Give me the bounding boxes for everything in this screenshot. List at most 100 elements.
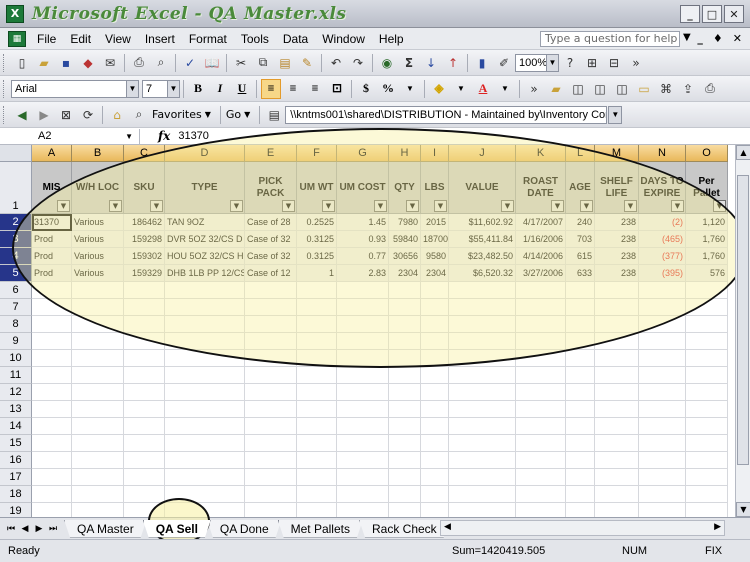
- stop-icon[interactable]: ⊠: [57, 106, 75, 124]
- empty-cell[interactable]: [639, 384, 686, 401]
- empty-cell[interactable]: [686, 435, 728, 452]
- column-header-h[interactable]: H: [389, 145, 421, 162]
- table-cell[interactable]: Prod: [32, 265, 72, 282]
- empty-cell[interactable]: [337, 435, 389, 452]
- empty-cell[interactable]: [686, 486, 728, 503]
- menu-insert[interactable]: Insert: [138, 32, 182, 46]
- table-cell[interactable]: HOU 5OZ 32/CS H: [165, 248, 245, 265]
- empty-cell[interactable]: [124, 282, 165, 299]
- empty-cell[interactable]: [516, 316, 566, 333]
- empty-cell[interactable]: [72, 282, 124, 299]
- table-cell[interactable]: (377): [639, 248, 686, 265]
- empty-cell[interactable]: [595, 435, 639, 452]
- empty-cell[interactable]: [686, 282, 728, 299]
- empty-cell[interactable]: [639, 299, 686, 316]
- empty-cell[interactable]: [165, 282, 245, 299]
- empty-cell[interactable]: [245, 316, 297, 333]
- table-cell[interactable]: 0.77: [337, 248, 389, 265]
- empty-cell[interactable]: [686, 299, 728, 316]
- empty-cell[interactable]: [297, 282, 337, 299]
- empty-cell[interactable]: [32, 384, 72, 401]
- row-header[interactable]: 19: [0, 503, 32, 517]
- empty-cell[interactable]: [32, 503, 72, 517]
- table-cell[interactable]: $23,482.50: [449, 248, 516, 265]
- empty-cell[interactable]: [449, 299, 516, 316]
- empty-cell[interactable]: [639, 316, 686, 333]
- empty-cell[interactable]: [389, 316, 421, 333]
- table-cell[interactable]: 7980: [389, 214, 421, 231]
- email-icon[interactable]: ✉: [101, 54, 119, 72]
- empty-cell[interactable]: [337, 401, 389, 418]
- reviewing-icon-3[interactable]: ◫: [613, 80, 631, 98]
- next-sheet-icon[interactable]: ▶: [32, 523, 46, 534]
- autofilter-dropdown-icon[interactable]: ▼: [322, 200, 335, 212]
- print-icon[interactable]: ⎙: [701, 80, 719, 98]
- table-cell[interactable]: 31370: [32, 214, 72, 231]
- table-cell[interactable]: 2304: [421, 265, 449, 282]
- table-cell[interactable]: Case of 32: [245, 231, 297, 248]
- new-icon[interactable]: ▯: [13, 54, 31, 72]
- empty-cell[interactable]: [639, 486, 686, 503]
- undo-icon[interactable]: ↶: [327, 54, 345, 72]
- row-header[interactable]: 2: [0, 214, 32, 231]
- table-cell[interactable]: 1.45: [337, 214, 389, 231]
- empty-cell[interactable]: [449, 452, 516, 469]
- chevron-down-icon[interactable]: ▼: [495, 79, 515, 99]
- empty-cell[interactable]: [421, 401, 449, 418]
- permission-icon[interactable]: ◆: [79, 54, 97, 72]
- menu-window[interactable]: Window: [315, 32, 372, 46]
- autofilter-dropdown-icon[interactable]: ▼: [671, 200, 684, 212]
- workbook-icon[interactable]: ▦: [8, 30, 26, 47]
- empty-cell[interactable]: [32, 418, 72, 435]
- row-header[interactable]: 13: [0, 401, 32, 418]
- home-icon[interactable]: ⌂: [108, 106, 126, 124]
- empty-cell[interactable]: [389, 503, 421, 517]
- empty-cell[interactable]: [639, 350, 686, 367]
- table-cell[interactable]: Case of 12: [245, 265, 297, 282]
- empty-cell[interactable]: [297, 452, 337, 469]
- empty-cell[interactable]: [337, 469, 389, 486]
- table-cell[interactable]: Case of 32: [245, 248, 297, 265]
- empty-cell[interactable]: [595, 503, 639, 517]
- empty-cell[interactable]: [639, 367, 686, 384]
- row-header[interactable]: 9: [0, 333, 32, 350]
- horizontal-scrollbar[interactable]: ◀ ▶: [440, 520, 725, 536]
- autofilter-dropdown-icon[interactable]: ▼: [580, 200, 593, 212]
- vertical-scrollbar[interactable]: ▲ ▼: [735, 145, 750, 517]
- empty-cell[interactable]: [686, 384, 728, 401]
- spelling-icon[interactable]: ✓: [181, 54, 199, 72]
- hyperlink-icon[interactable]: ◉: [378, 54, 396, 72]
- empty-cell[interactable]: [389, 333, 421, 350]
- empty-cell[interactable]: [566, 452, 595, 469]
- table-cell[interactable]: 1,760: [686, 231, 728, 248]
- empty-cell[interactable]: [595, 384, 639, 401]
- row-header[interactable]: 11: [0, 367, 32, 384]
- empty-cell[interactable]: [686, 503, 728, 517]
- address-field[interactable]: \\kntms001\shared\DISTRIBUTION - Maintai…: [285, 105, 608, 124]
- empty-cell[interactable]: [337, 384, 389, 401]
- empty-cell[interactable]: [297, 469, 337, 486]
- empty-cell[interactable]: [516, 452, 566, 469]
- table-cell[interactable]: Various: [72, 248, 124, 265]
- empty-cell[interactable]: [566, 350, 595, 367]
- autofilter-dropdown-icon[interactable]: ▼: [406, 200, 419, 212]
- scroll-thumb[interactable]: [737, 175, 749, 465]
- font-size-select[interactable]: 7 ▼: [142, 79, 180, 98]
- underline-button[interactable]: U: [232, 79, 252, 99]
- row-header[interactable]: 6: [0, 282, 32, 299]
- column-header-l[interactable]: L: [566, 145, 595, 162]
- empty-cell[interactable]: [165, 418, 245, 435]
- italic-button[interactable]: I: [210, 79, 230, 99]
- empty-cell[interactable]: [421, 486, 449, 503]
- empty-cell[interactable]: [32, 333, 72, 350]
- table-cell[interactable]: 30656: [389, 248, 421, 265]
- empty-cell[interactable]: [421, 367, 449, 384]
- empty-cell[interactable]: [165, 367, 245, 384]
- empty-cell[interactable]: [389, 384, 421, 401]
- table-cell[interactable]: $11,602.92: [449, 214, 516, 231]
- empty-cell[interactable]: [32, 469, 72, 486]
- empty-cell[interactable]: [245, 333, 297, 350]
- empty-cell[interactable]: [421, 299, 449, 316]
- table-cell[interactable]: 59840: [389, 231, 421, 248]
- table-cell[interactable]: 1: [297, 265, 337, 282]
